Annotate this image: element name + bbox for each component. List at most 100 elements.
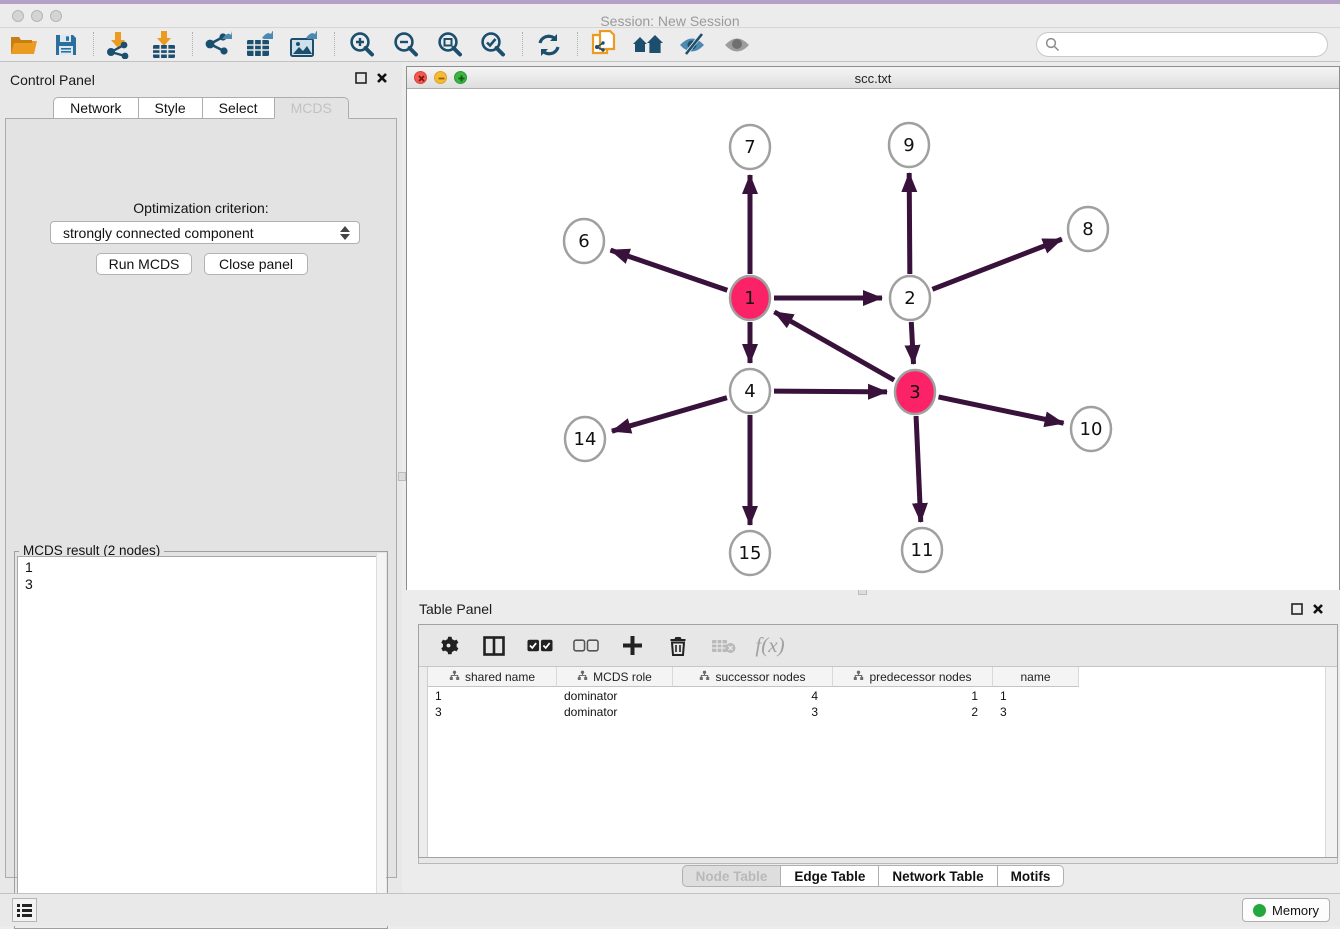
network-window-titlebar[interactable]: scc.txt: [407, 67, 1339, 89]
node-table[interactable]: shared name13MCDS roledominatordominator…: [419, 667, 1337, 857]
tab-node-table[interactable]: Node Table: [682, 865, 781, 887]
edge-3-1[interactable]: [774, 312, 894, 380]
node-4[interactable]: 4: [730, 369, 770, 413]
split-view-icon[interactable]: [481, 636, 507, 656]
column-header-label: shared name: [465, 670, 535, 684]
node-11[interactable]: 11: [902, 528, 942, 572]
new-network-from-selection-icon[interactable]: [586, 30, 622, 60]
node-8[interactable]: 8: [1068, 207, 1108, 251]
edge-1-6[interactable]: [610, 250, 727, 290]
mcds-result-scrollbar[interactable]: [376, 553, 386, 921]
cell-name-row2[interactable]: 3: [994, 704, 1078, 720]
edge-4-3[interactable]: [774, 391, 887, 392]
hide-selected-icon[interactable]: [674, 30, 710, 60]
vertical-splitter-handle[interactable]: [398, 472, 406, 481]
export-network-icon[interactable]: [200, 30, 236, 60]
tab-network[interactable]: Network: [53, 97, 137, 119]
float-panel-icon[interactable]: [355, 72, 367, 84]
svg-text:15: 15: [739, 543, 762, 564]
cell-shared-name-row2[interactable]: 3: [429, 704, 556, 720]
edge-2-9[interactable]: [909, 173, 910, 274]
zoom-out-icon[interactable]: [388, 30, 424, 60]
open-session-icon[interactable]: [6, 30, 42, 60]
node-15[interactable]: 15: [730, 531, 770, 575]
cell-predecessor-nodes-row1[interactable]: 1: [834, 688, 992, 704]
tab-mcds[interactable]: MCDS: [274, 97, 349, 119]
cell-MCDS-role-row2[interactable]: dominator: [558, 704, 672, 720]
node-2[interactable]: 2: [890, 276, 930, 320]
memory-status-icon: [1253, 904, 1266, 917]
export-table-icon[interactable]: [243, 30, 279, 60]
tab-network-table[interactable]: Network Table: [878, 865, 996, 887]
close-table-panel-icon[interactable]: [1312, 603, 1324, 615]
cell-successor-nodes-row2[interactable]: 3: [674, 704, 832, 720]
node-7[interactable]: 7: [730, 125, 770, 169]
column-header-predecessor-nodes[interactable]: predecessor nodes: [833, 667, 993, 687]
edge-2-8[interactable]: [932, 239, 1062, 289]
tab-select[interactable]: Select: [202, 97, 274, 119]
cell-predecessor-nodes-row2[interactable]: 2: [834, 704, 992, 720]
toolbar-separator: [93, 32, 94, 56]
node-1[interactable]: 1: [730, 276, 770, 320]
node-9[interactable]: 9: [889, 123, 929, 167]
show-all-icon[interactable]: [719, 30, 755, 60]
node-14[interactable]: 14: [565, 417, 605, 461]
column-type-icon: [449, 670, 460, 684]
fit-content-icon[interactable]: [432, 30, 468, 60]
svg-text:4: 4: [744, 381, 755, 402]
zoom-selected-icon[interactable]: [475, 30, 511, 60]
task-history-button[interactable]: [12, 898, 37, 922]
node-6[interactable]: 6: [564, 219, 604, 263]
delete-table-icon[interactable]: [711, 638, 737, 654]
edge-2-3[interactable]: [911, 322, 913, 364]
network-canvas[interactable]: 7 9 6 8 1 2 4 3 14 10 15 11: [407, 89, 1339, 590]
delete-column-icon[interactable]: [665, 636, 691, 656]
criterion-select[interactable]: strongly connected component: [50, 221, 360, 244]
edge-4-14[interactable]: [612, 398, 727, 431]
edge-3-10[interactable]: [938, 397, 1063, 423]
float-table-panel-icon[interactable]: [1291, 603, 1303, 615]
function-builder-icon[interactable]: f(x): [757, 633, 783, 658]
close-panel-button[interactable]: Close panel: [204, 253, 308, 275]
refresh-icon[interactable]: [531, 30, 567, 60]
mcds-result-text[interactable]: 1 3: [17, 556, 385, 926]
close-panel-icon[interactable]: [376, 72, 388, 84]
save-session-icon[interactable]: [48, 30, 84, 60]
list-icon: [17, 904, 32, 917]
node-3[interactable]: 3: [895, 370, 935, 414]
column-header-successor-nodes[interactable]: successor nodes: [673, 667, 833, 687]
column-header-shared-name[interactable]: shared name: [428, 667, 557, 687]
column-settings-icon[interactable]: [435, 635, 461, 656]
deselect-all-checkboxes-icon[interactable]: [573, 639, 599, 652]
column-header-MCDS-role[interactable]: MCDS role: [557, 667, 673, 687]
status-bar: Memory: [0, 893, 1340, 926]
add-column-icon[interactable]: [619, 636, 645, 655]
edge-3-11[interactable]: [916, 416, 921, 522]
node-10[interactable]: 10: [1071, 407, 1111, 451]
tab-motifs[interactable]: Motifs: [997, 865, 1065, 887]
run-mcds-button[interactable]: Run MCDS: [96, 253, 192, 275]
svg-text:3: 3: [909, 382, 920, 403]
svg-text:10: 10: [1080, 419, 1103, 440]
tab-edge-table[interactable]: Edge Table: [780, 865, 878, 887]
first-neighbors-icon[interactable]: [630, 30, 666, 60]
zoom-in-icon[interactable]: [344, 30, 380, 60]
cell-MCDS-role-row1[interactable]: dominator: [558, 688, 672, 704]
svg-text:11: 11: [911, 540, 934, 561]
column-header-label: successor nodes: [715, 670, 805, 684]
import-network-icon[interactable]: [99, 30, 135, 60]
tab-style[interactable]: Style: [138, 97, 202, 119]
cell-name-row1[interactable]: 1: [994, 688, 1078, 704]
column-header-name[interactable]: name: [993, 667, 1079, 687]
import-table-icon[interactable]: [146, 30, 182, 60]
network-graph[interactable]: 7 9 6 8 1 2 4 3 14 10 15 11: [407, 89, 1339, 590]
select-all-checkboxes-icon[interactable]: [527, 639, 553, 652]
memory-button[interactable]: Memory: [1242, 898, 1330, 922]
cell-shared-name-row1[interactable]: 1: [429, 688, 556, 704]
column-type-icon: [699, 670, 710, 684]
cell-successor-nodes-row1[interactable]: 4: [674, 688, 832, 704]
table-vscrollbar[interactable]: [1325, 667, 1337, 857]
search-input[interactable]: [1036, 32, 1328, 57]
svg-text:1: 1: [744, 288, 755, 309]
export-image-icon[interactable]: [287, 30, 323, 60]
